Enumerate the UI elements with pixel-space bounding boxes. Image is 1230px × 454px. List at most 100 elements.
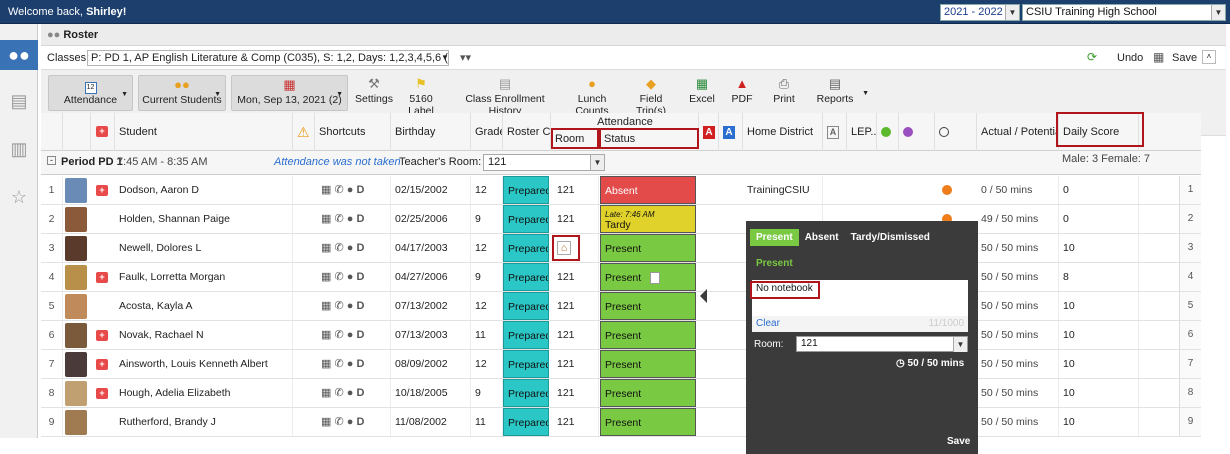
daily-score[interactable]: 0 <box>1059 176 1139 204</box>
save-button[interactable]: Save <box>1172 52 1197 64</box>
lunch-counts-button[interactable]: ● Lunch Counts <box>563 75 621 117</box>
nav-favorites-button[interactable]: ☆ <box>4 182 34 212</box>
contact-card-icon[interactable]: ▦ <box>321 329 331 341</box>
d-icon[interactable]: D <box>356 358 364 370</box>
school-year-select[interactable]: 2021 - 2022 ▼ <box>940 4 1020 21</box>
medical-icon[interactable]: + <box>96 359 108 370</box>
table-row[interactable]: 1 + Dodson, Aaron D ▦ ✆ ● D 02/15/2002 12 Prep… <box>41 176 1201 205</box>
avatar[interactable] <box>65 352 87 377</box>
location-pin-icon[interactable]: ● <box>347 416 354 428</box>
table-row[interactable]: 8 + Hough, Adelia Elizabeth ▦ ✆ ● D 10/18/20… <box>41 379 1201 408</box>
room-cell[interactable]: 121 <box>551 408 599 436</box>
current-students-button[interactable]: ●● Current Students ▼ <box>138 75 226 111</box>
col-grade[interactable]: Grade <box>471 113 503 151</box>
student-name[interactable]: Holden, Shannan Paige <box>115 205 293 233</box>
attendance-status[interactable]: Absent <box>600 176 696 204</box>
teachers-room-select[interactable]: 121 ▼ <box>483 154 605 171</box>
save-disk-icon[interactable]: ▦ <box>1153 50 1164 64</box>
medical-icon[interactable]: + <box>96 388 108 399</box>
student-name[interactable]: Ainsworth, Louis Kenneth Albert <box>115 350 293 378</box>
contact-card-icon[interactable]: ▦ <box>321 387 331 399</box>
attendance-status[interactable]: Present <box>600 408 696 436</box>
daily-score[interactable]: 10 <box>1059 292 1139 320</box>
reports-button[interactable]: ▤ Reports ▼ <box>809 75 869 111</box>
table-row[interactable]: 2 Holden, Shannan Paige ▦ ✆ ● D 02/25/2006 9… <box>41 205 1201 234</box>
table-row[interactable]: 9 Rutherford, Brandy J ▦ ✆ ● D 11/08/2002 11… <box>41 408 1201 437</box>
filter-icon[interactable]: ▾▾ <box>460 51 471 64</box>
student-name[interactable]: Newell, Dolores L <box>115 234 293 262</box>
contact-card-icon[interactable]: ▦ <box>321 416 331 428</box>
undo-button[interactable]: Undo <box>1117 52 1143 64</box>
phone-icon[interactable]: ✆ <box>334 329 343 341</box>
field-trips-button[interactable]: ◆ Field Trip(s) <box>625 75 677 117</box>
comment-note-icon[interactable] <box>650 272 661 285</box>
table-row[interactable]: 6 + Novak, Rachael N ▦ ✆ ● D 07/13/2003 11 Pre… <box>41 321 1201 350</box>
daily-score[interactable]: 10 <box>1059 234 1139 262</box>
daily-score[interactable]: 10 <box>1059 350 1139 378</box>
d-icon[interactable]: D <box>356 329 364 341</box>
table-row[interactable]: 4 + Faulk, Lorretta Morgan ▦ ✆ ● D 04/27/200… <box>41 263 1201 292</box>
roster-code[interactable]: Prepared <box>503 263 549 291</box>
attendance-status[interactable]: Late: 7:46 AM Tardy <box>600 205 696 233</box>
attendance-status[interactable]: Present <box>600 379 696 407</box>
phone-icon[interactable]: ✆ <box>334 271 343 283</box>
student-name[interactable]: Novak, Rachael N <box>115 321 293 349</box>
d-icon[interactable]: D <box>356 416 364 428</box>
date-button[interactable]: ▦ Mon, Sep 13, 2021 (2) ▼ <box>231 75 348 111</box>
roster-code[interactable]: Prepared <box>503 321 549 349</box>
room-cell[interactable]: 121 <box>551 205 599 233</box>
col-roster-code[interactable]: Roster Cod <box>503 113 551 151</box>
col-birthday[interactable]: Birthday <box>391 113 471 151</box>
roster-code[interactable]: Prepared <box>503 379 549 407</box>
contact-card-icon[interactable]: ▦ <box>321 213 331 225</box>
avatar[interactable] <box>65 236 87 261</box>
room-cell[interactable]: 121 <box>551 379 599 407</box>
phone-icon[interactable]: ✆ <box>334 213 343 225</box>
pdf-button[interactable]: ▲ PDF <box>729 75 755 111</box>
medical-icon[interactable]: + <box>96 185 108 196</box>
roster-code[interactable]: Prepared <box>503 176 549 204</box>
contact-card-icon[interactable]: ▦ <box>321 271 331 283</box>
location-pin-icon[interactable]: ● <box>347 300 354 312</box>
contact-card-icon[interactable]: ▦ <box>321 300 331 312</box>
location-pin-icon[interactable]: ● <box>347 329 354 341</box>
avatar[interactable] <box>65 265 87 290</box>
room-cell[interactable]: 121 <box>551 176 599 204</box>
room-cell[interactable]: 121 <box>551 321 599 349</box>
roster-code[interactable]: Prepared <box>503 234 549 262</box>
nav-reports-button[interactable]: ▥ <box>4 134 34 164</box>
tab-absent[interactable]: Absent <box>799 229 845 246</box>
room-cell[interactable]: 121 <box>551 292 599 320</box>
phone-icon[interactable]: ✆ <box>334 387 343 399</box>
col-student[interactable]: Student <box>115 113 293 151</box>
avatar[interactable] <box>65 207 87 232</box>
undo-icon[interactable]: ⟳ <box>1087 50 1097 64</box>
phone-icon[interactable]: ✆ <box>334 184 343 196</box>
phone-icon[interactable]: ✆ <box>334 242 343 254</box>
location-pin-icon[interactable]: ● <box>347 242 354 254</box>
phone-icon[interactable]: ✆ <box>334 358 343 370</box>
table-row[interactable]: 5 Acosta, Kayla A ▦ ✆ ● D 07/13/2002 12 Prepa… <box>41 292 1201 321</box>
contact-card-icon[interactable]: ▦ <box>321 242 331 254</box>
avatar[interactable] <box>65 381 87 406</box>
location-pin-icon[interactable]: ● <box>347 358 354 370</box>
table-row[interactable]: 3 Newell, Dolores L ▦ ✆ ● D 04/17/2003 12 Pre… <box>41 234 1201 263</box>
tab-present[interactable]: Present <box>750 229 799 246</box>
table-row[interactable]: 7 + Ainsworth, Louis Kenneth Albert ▦ ✆ ● D… <box>41 350 1201 379</box>
class-select[interactable]: P: PD 1, AP English Literature & Comp (C… <box>87 50 449 66</box>
student-name[interactable]: Dodson, Aaron D <box>115 176 293 204</box>
d-icon[interactable]: D <box>356 242 364 254</box>
tab-tardy-dismissed[interactable]: Tardy/Dismissed <box>845 229 936 246</box>
col-actual-potential[interactable]: Actual / Potential <box>977 113 1059 151</box>
chevron-down-icon[interactable]: ▼ <box>441 51 453 65</box>
print-button[interactable]: ⎙ Print <box>771 75 797 111</box>
medical-icon[interactable]: + <box>96 272 108 283</box>
daily-score[interactable]: 10 <box>1059 321 1139 349</box>
attendance-status[interactable]: Present <box>600 234 696 262</box>
d-icon[interactable]: D <box>356 184 364 196</box>
avatar[interactable] <box>65 294 87 319</box>
phone-icon[interactable]: ✆ <box>334 300 343 312</box>
location-pin-icon[interactable]: ● <box>347 271 354 283</box>
clear-comment-button[interactable]: Clear <box>756 318 780 329</box>
label-5160-button[interactable]: ⚑ 5160 Label <box>397 75 445 117</box>
